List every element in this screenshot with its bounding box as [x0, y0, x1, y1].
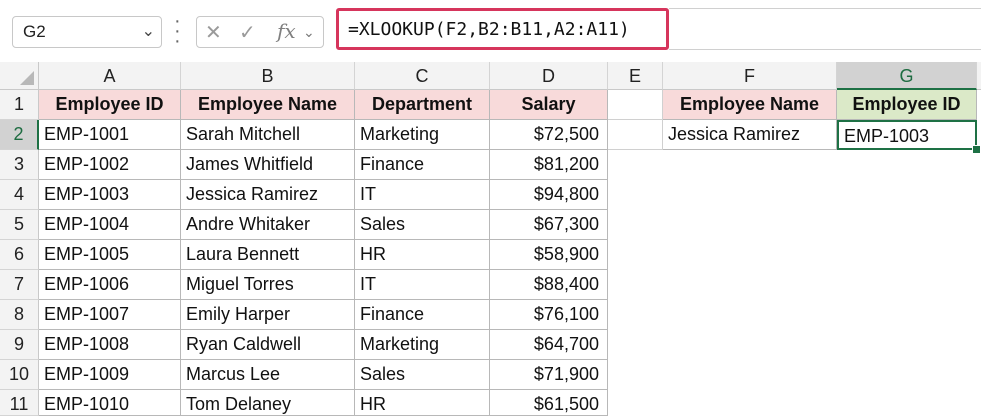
chevron-down-icon[interactable]: ⌄	[303, 24, 315, 41]
row-header-1[interactable]: 1	[0, 90, 39, 120]
column-header-g[interactable]: G	[837, 62, 977, 90]
fill-handle[interactable]	[972, 145, 981, 154]
cell-salary[interactable]: $94,800	[490, 180, 608, 210]
cell-salary[interactable]: $64,700	[490, 330, 608, 360]
cell-salary[interactable]: $72,500	[490, 120, 608, 150]
row-header-4[interactable]: 4	[0, 180, 39, 210]
header-employee-id[interactable]: Employee ID	[39, 90, 181, 120]
column-header-b[interactable]: B	[181, 62, 355, 90]
cell-employee-name[interactable]: Andre Whitaker	[181, 210, 355, 240]
cell-employee-name[interactable]: Miguel Torres	[181, 270, 355, 300]
cell-employee-id[interactable]: EMP-1001	[39, 120, 181, 150]
formula-bar-extension[interactable]	[669, 8, 981, 50]
row-header-7[interactable]: 7	[0, 270, 39, 300]
lookup-header-id[interactable]: Employee ID	[837, 90, 977, 120]
cell-employee-name[interactable]: Marcus Lee	[181, 360, 355, 390]
cell-employee-id[interactable]: EMP-1004	[39, 210, 181, 240]
header-salary[interactable]: Salary	[490, 90, 608, 120]
formula-bar-area: G2 ⌄ · · · ✕ ✓ fx ⌄ =XLOOKUP(F2,B2:B11,A2:…	[0, 0, 981, 62]
formula-controls: ✕ ✓ fx ⌄	[196, 16, 324, 48]
cell-salary[interactable]: $81,200	[490, 150, 608, 180]
formula-text: =XLOOKUP(F2,B2:B11,A2:A11)	[348, 19, 630, 40]
cell-salary[interactable]: $67,300	[490, 210, 608, 240]
cell-employee-name[interactable]: Emily Harper	[181, 300, 355, 330]
select-all-button[interactable]	[0, 62, 39, 90]
lookup-id-value-active-cell[interactable]: EMP-1003	[837, 120, 977, 150]
column-header-d[interactable]: D	[490, 62, 608, 90]
cell-department[interactable]: HR	[355, 390, 490, 416]
row-header-3[interactable]: 3	[0, 150, 39, 180]
formula-input[interactable]: =XLOOKUP(F2,B2:B11,A2:A11)	[336, 8, 669, 50]
cell-employee-name[interactable]: James Whitfield	[181, 150, 355, 180]
lookup-header-name[interactable]: Employee Name	[663, 90, 837, 120]
cell-employee-id[interactable]: EMP-1005	[39, 240, 181, 270]
select-all-icon	[20, 71, 34, 85]
cell-department[interactable]: Finance	[355, 300, 490, 330]
row-header-2[interactable]: 2	[0, 120, 39, 150]
cell-employee-id[interactable]: EMP-1003	[39, 180, 181, 210]
column-header-e[interactable]: E	[608, 62, 663, 90]
header-employee-name[interactable]: Employee Name	[181, 90, 355, 120]
column-header-c[interactable]: C	[355, 62, 490, 90]
cell-department[interactable]: HR	[355, 240, 490, 270]
cell-salary[interactable]: $58,900	[490, 240, 608, 270]
cell-department[interactable]: Finance	[355, 150, 490, 180]
header-department[interactable]: Department	[355, 90, 490, 120]
name-box[interactable]: G2 ⌄	[12, 16, 162, 48]
insert-function-icon[interactable]: fx	[277, 19, 296, 43]
column-header-f[interactable]: F	[663, 62, 837, 90]
cell-department[interactable]: Sales	[355, 210, 490, 240]
cell-salary[interactable]: $61,500	[490, 390, 608, 416]
row-header-8[interactable]: 8	[0, 300, 39, 330]
cell-department[interactable]: Marketing	[355, 330, 490, 360]
enter-icon[interactable]: ✓	[239, 20, 256, 45]
row-header-10[interactable]: 10	[0, 360, 39, 390]
cell-employee-name[interactable]: Jessica Ramirez	[181, 180, 355, 210]
cell-employee-id[interactable]: EMP-1006	[39, 270, 181, 300]
row-header-11[interactable]: 11	[0, 390, 39, 416]
cell-e1[interactable]	[608, 90, 663, 120]
cell-employee-id[interactable]: EMP-1009	[39, 360, 181, 390]
cell-employee-name[interactable]: Ryan Caldwell	[181, 330, 355, 360]
cell-e2[interactable]	[608, 120, 663, 150]
cell-employee-id[interactable]: EMP-1002	[39, 150, 181, 180]
column-header-h[interactable]	[977, 62, 981, 90]
cell-salary[interactable]: $76,100	[490, 300, 608, 330]
cell-employee-name[interactable]: Tom Delaney	[181, 390, 355, 416]
cancel-icon[interactable]: ✕	[205, 20, 222, 45]
cell-employee-name[interactable]: Laura Bennett	[181, 240, 355, 270]
cell-department[interactable]: Sales	[355, 360, 490, 390]
row-header-6[interactable]: 6	[0, 240, 39, 270]
more-options-icon[interactable]: · · ·	[174, 11, 181, 51]
cell-department[interactable]: IT	[355, 270, 490, 300]
cell-employee-id[interactable]: EMP-1008	[39, 330, 181, 360]
row-header-9[interactable]: 9	[0, 330, 39, 360]
lookup-name-value[interactable]: Jessica Ramirez	[663, 120, 837, 150]
name-box-value: G2	[23, 22, 46, 41]
cell-department[interactable]: Marketing	[355, 120, 490, 150]
row-header-5[interactable]: 5	[0, 210, 39, 240]
cell-employee-id[interactable]: EMP-1007	[39, 300, 181, 330]
column-header-a[interactable]: A	[39, 62, 181, 90]
cell-salary[interactable]: $71,900	[490, 360, 608, 390]
cell-salary[interactable]: $88,400	[490, 270, 608, 300]
cell-employee-name[interactable]: Sarah Mitchell	[181, 120, 355, 150]
cell-department[interactable]: IT	[355, 180, 490, 210]
chevron-down-icon[interactable]: ⌄	[142, 21, 155, 41]
cell-employee-id[interactable]: EMP-1010	[39, 390, 181, 416]
